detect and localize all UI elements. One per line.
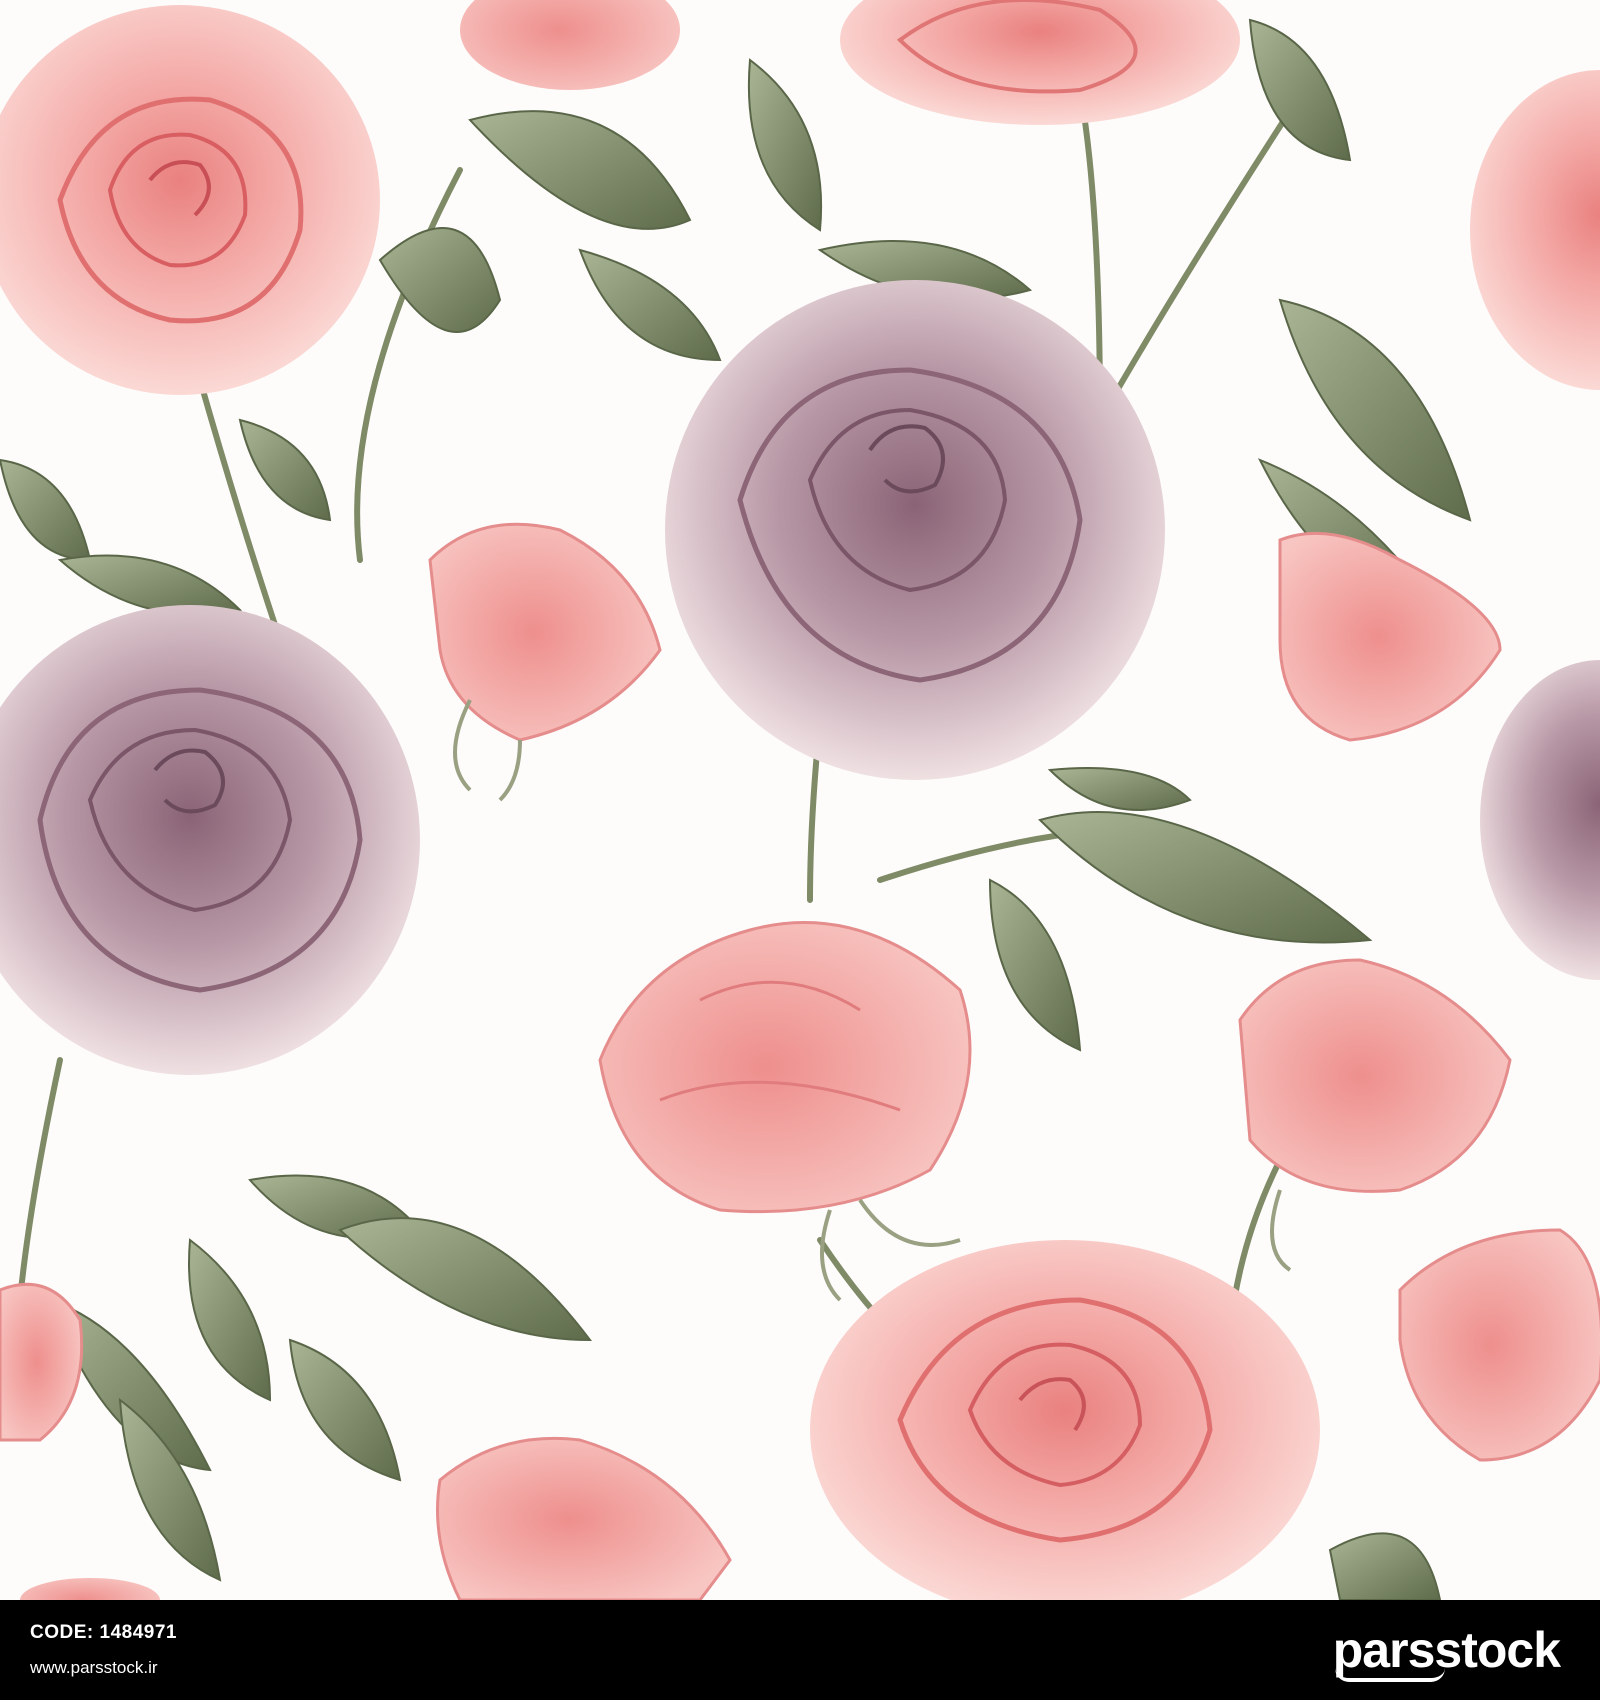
pink-rose-top-left (0, 5, 380, 395)
logo-swoosh-icon (1334, 1668, 1445, 1682)
pink-bud-bottom-left (436, 1436, 732, 1600)
pink-rose-top-center (840, 0, 1240, 125)
website-url: www.parsstock.ir (30, 1658, 158, 1677)
stock-footer-bar: CODE: 1484971 www.parsstock.ir parsstock (0, 1600, 1600, 1700)
parsstock-logo: parsstock (1333, 1620, 1561, 1682)
mauve-rose-center (665, 280, 1165, 780)
pink-rose-right-edge (1470, 70, 1600, 390)
mauve-rose-right-edge (1480, 660, 1600, 980)
rose-pattern-artwork (0, 0, 1600, 1600)
pink-bud-right-lower (1238, 958, 1512, 1272)
rose-pattern-illustration (0, 0, 1600, 1600)
mauve-rose-left (0, 605, 420, 1075)
pink-rose-bottom-center (810, 1240, 1320, 1600)
pink-bud-right (1278, 531, 1502, 742)
pink-rose-top-left-bud (460, 0, 680, 90)
pink-bud-center-large (598, 921, 972, 1302)
pink-bud-center-left (428, 522, 662, 802)
pink-bud-bottom-right (1398, 1228, 1600, 1462)
image-code-label: CODE: 1484971 (30, 1622, 177, 1643)
